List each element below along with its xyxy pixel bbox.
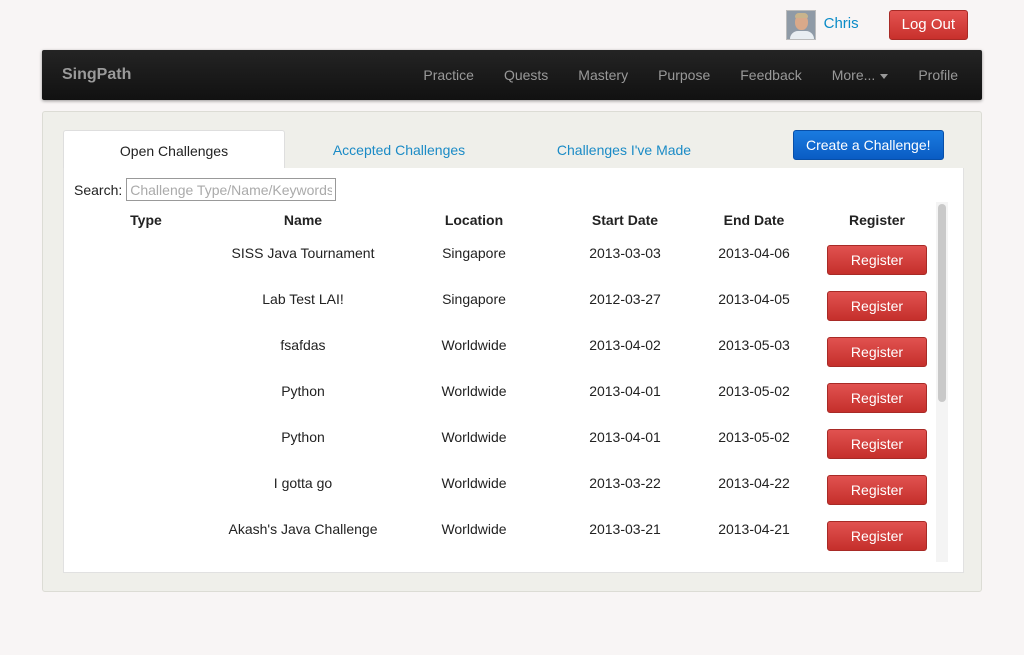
cell-start-date: 2013-04-01: [589, 383, 661, 399]
search-row: Search:: [74, 178, 337, 201]
cell-location: Singapore: [442, 291, 506, 307]
cell-start-date: 2013-03-21: [589, 521, 661, 537]
cell-end-date: 2013-04-05: [718, 291, 790, 307]
register-button[interactable]: Register: [827, 291, 927, 321]
nav-item-more[interactable]: More...: [832, 67, 889, 83]
table-row: Lab Test LAI! Singapore 2012-03-27 2013-04-…: [64, 283, 934, 329]
nav-item-more-label: More...: [831, 67, 876, 83]
table-row: Python Worldwide 2013-04-01 2013-05-02 Regis…: [64, 421, 934, 467]
cell-start-date: 2013-04-01: [589, 429, 661, 445]
challenges-table-area: Search: Type Name Location Start Date En…: [63, 168, 964, 573]
cell-location: Worldwide: [441, 383, 507, 399]
cell-name: Python: [281, 383, 325, 399]
cell-name: I gotta go: [273, 475, 333, 491]
tab-open-challenges[interactable]: Open Challenges: [63, 130, 285, 168]
navbar: SingPath Practice Quests Mastery Purpose…: [42, 50, 982, 100]
table-row: Akash's Java Challenge Worldwide 2013-03-2…: [64, 513, 934, 559]
scrollbar[interactable]: [936, 202, 948, 562]
cell-name: fsafdas: [280, 337, 326, 353]
cell-location: Worldwide: [441, 521, 507, 537]
create-challenge-button[interactable]: Create a Challenge!: [793, 130, 944, 160]
header-end-date: End Date: [723, 212, 785, 228]
register-button[interactable]: Register: [827, 245, 927, 275]
cell-start-date: 2013-04-02: [589, 337, 661, 353]
brand-logo[interactable]: SingPath: [62, 50, 131, 100]
header-location: Location: [444, 212, 504, 228]
nav-item-mastery[interactable]: Mastery: [578, 67, 628, 83]
cell-location: Worldwide: [441, 337, 507, 353]
cell-end-date: 2013-05-03: [718, 337, 790, 353]
table-row: Python Worldwide 2013-04-01 2013-05-02 Regis…: [64, 375, 934, 421]
register-button[interactable]: Register: [827, 383, 927, 413]
avatar[interactable]: [785, 10, 816, 40]
search-label: Search:: [74, 181, 123, 198]
cell-name: Lab Test LAI!: [262, 291, 344, 307]
tab-accepted-challenges[interactable]: Accepted Challenges: [305, 130, 493, 168]
table-row: fsafdas Worldwide 2013-04-02 2013-05-03 Regi…: [64, 329, 934, 375]
tab-bar: Open Challenges Accepted Challenges Chal…: [63, 130, 963, 168]
register-button[interactable]: Register: [827, 475, 927, 505]
register-button[interactable]: Register: [827, 429, 927, 459]
nav-item-profile[interactable]: Profile: [918, 67, 958, 83]
search-input[interactable]: [126, 178, 337, 201]
cell-start-date: 2013-03-22: [589, 475, 661, 491]
cell-end-date: 2013-04-22: [718, 475, 790, 491]
nav-item-quests[interactable]: Quests: [504, 67, 548, 83]
cell-start-date: 2012-03-27: [589, 291, 661, 307]
header-name: Name: [283, 212, 323, 228]
cell-name: SISS Java Tournament: [231, 245, 375, 261]
header-start-date: Start Date: [591, 212, 659, 228]
logout-button[interactable]: Log Out: [888, 10, 968, 40]
cell-name: Python: [281, 429, 325, 445]
caret-down-icon: [880, 73, 889, 79]
table-row: I gotta go Worldwide 2013-03-22 2013-04-22 R…: [64, 467, 934, 513]
cell-location: Singapore: [442, 245, 506, 261]
username-link[interactable]: Chris: [824, 15, 859, 32]
cell-location: Worldwide: [441, 429, 507, 445]
cell-end-date: 2013-04-06: [718, 245, 790, 261]
tab-challenges-made[interactable]: Challenges I've Made: [529, 130, 719, 168]
register-button[interactable]: Register: [827, 521, 927, 551]
challenges-panel: Open Challenges Accepted Challenges Chal…: [42, 111, 982, 592]
cell-location: Worldwide: [441, 475, 507, 491]
register-button[interactable]: Register: [827, 337, 927, 367]
scrollbar-thumb[interactable]: [938, 204, 946, 402]
cell-name: Akash's Java Challenge: [228, 521, 378, 537]
cell-end-date: 2013-05-02: [718, 383, 790, 399]
nav-menu: Practice Quests Mastery Purpose Feedback…: [393, 50, 958, 100]
cell-end-date: 2013-05-02: [718, 429, 790, 445]
cell-end-date: 2013-04-21: [718, 521, 790, 537]
cell-start-date: 2013-03-03: [589, 245, 661, 261]
table-row: SISS Java Tournament Singapore 2013-03-03 2…: [64, 237, 934, 283]
header-register: Register: [848, 212, 906, 228]
nav-item-feedback[interactable]: Feedback: [740, 67, 801, 83]
nav-item-purpose[interactable]: Purpose: [658, 67, 710, 83]
header-type: Type: [130, 212, 162, 228]
user-bar: Chris Log Out: [785, 10, 968, 40]
nav-item-practice[interactable]: Practice: [423, 67, 474, 83]
